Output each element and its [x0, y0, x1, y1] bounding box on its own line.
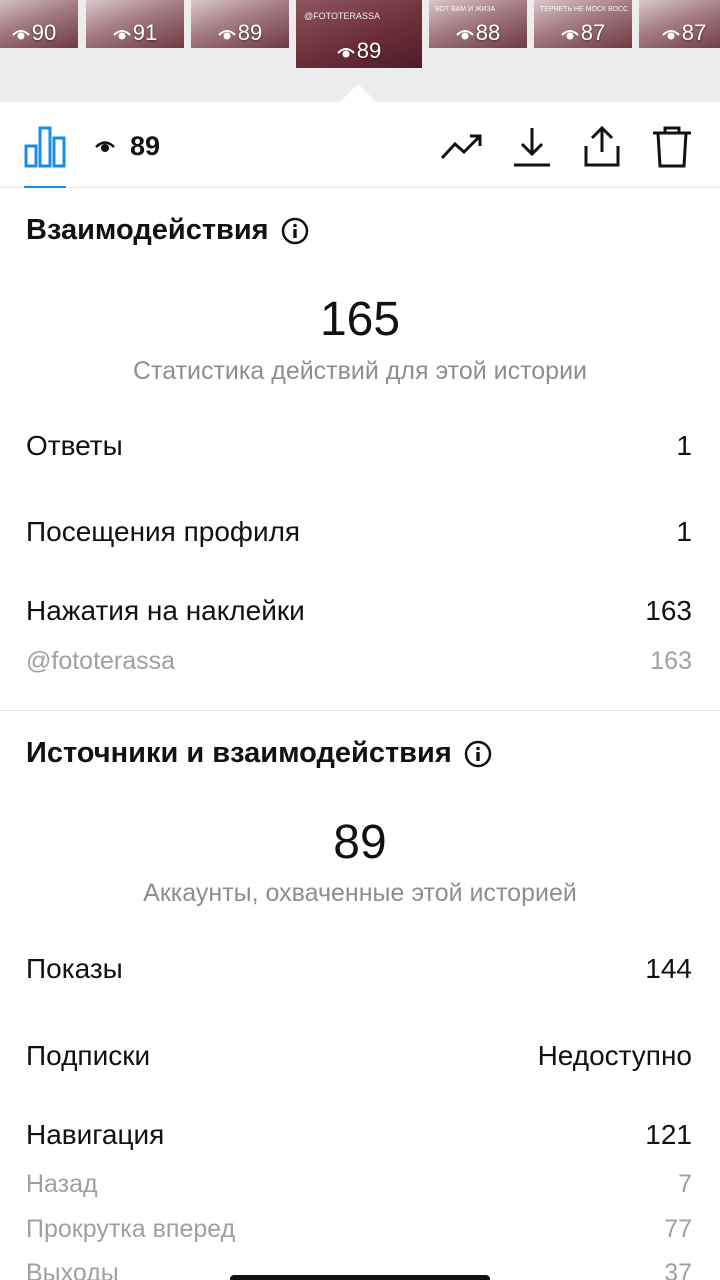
eye-icon — [561, 30, 579, 40]
interactions-caption: Статистика действий для этой истории — [132, 357, 588, 385]
eye-icon — [113, 30, 131, 40]
info-icon[interactable] — [281, 217, 309, 245]
stat-label: @fototerassa — [26, 647, 176, 675]
stat-label: Подписки — [26, 1040, 151, 1071]
eye-icon — [337, 48, 355, 58]
interactions-total: 165 — [319, 293, 401, 346]
stat-label: Нажатия на наклейки — [26, 595, 305, 626]
stat-value: 7 — [678, 1170, 692, 1198]
trash-icon[interactable] — [650, 124, 694, 168]
download-icon[interactable] — [510, 124, 554, 168]
stat-value: 163 — [650, 647, 692, 675]
stat-value: 1 — [676, 516, 692, 547]
selection-pointer — [340, 84, 376, 102]
story-caption: ВОТ ВАМ И ЖИЗА — [435, 6, 496, 13]
story-thumbnail[interactable]: 87 — [639, 0, 720, 48]
eye-icon — [662, 30, 680, 40]
share-icon[interactable] — [580, 124, 624, 168]
story-views: 91 — [86, 22, 184, 44]
story-thumbnail[interactable]: ТЕРЯЕТЬ НЕ МОСК ВОССЬ 87 — [534, 0, 632, 48]
stat-subrow-forward: Прокрутка вперед 77 — [26, 1215, 692, 1244]
story-caption: ТЕРЯЕТЬ НЕ МОСК ВОССЬ — [540, 6, 628, 13]
bar-chart-icon[interactable] — [24, 124, 66, 168]
section-divider — [0, 710, 720, 711]
accounts-reached-caption: Аккаунты, охваченные этой историей — [143, 879, 577, 907]
story-views: 88 — [429, 22, 527, 44]
story-thumbnail-strip: 90 91 89 @FOTOTERASSA 89 ВОТ ВАМ И ЖИЗА … — [0, 0, 720, 102]
stat-row-navigation: Навигация 121 — [26, 1119, 692, 1151]
stat-value: 121 — [645, 1119, 692, 1150]
interactions-heading: Взаимодействия — [26, 214, 309, 247]
stat-row-replies: Ответы 1 — [26, 430, 692, 462]
story-thumbnail[interactable]: ВОТ ВАМ И ЖИЗА 88 — [429, 0, 527, 48]
stat-row-profile-visits: Посещения профиля 1 — [26, 516, 692, 548]
stat-subrow-mention: @fototerassa 163 — [26, 647, 692, 676]
story-views: 89 — [191, 22, 289, 44]
stat-row-impressions: Показы 144 — [26, 953, 692, 985]
stat-value: 37 — [664, 1259, 692, 1280]
story-views: 87 — [534, 22, 632, 44]
story-views: 87 — [639, 22, 720, 44]
stat-row-sticker-taps: Нажатия на наклейки 163 — [26, 595, 692, 627]
story-thumbnail[interactable]: 89 — [191, 0, 289, 48]
stat-label: Показы — [26, 953, 123, 984]
eye-icon — [456, 30, 474, 40]
stat-label: Назад — [26, 1170, 98, 1198]
stat-label: Выходы — [26, 1259, 119, 1280]
stat-label: Навигация — [26, 1119, 165, 1150]
story-views: 90 — [0, 22, 78, 44]
story-thumbnail[interactable]: 91 — [86, 0, 184, 48]
home-indicator[interactable] — [230, 1275, 490, 1280]
stat-label: Ответы — [26, 430, 123, 461]
stat-subrow-back: Назад 7 — [26, 1170, 692, 1199]
stat-value: 77 — [664, 1215, 692, 1243]
discovery-heading: Источники и взаимодействия — [26, 737, 492, 770]
eye-icon — [95, 141, 115, 152]
stat-value: 144 — [645, 953, 692, 984]
views-count: 89 — [94, 130, 160, 162]
interactions-title: Взаимодействия — [26, 214, 269, 246]
trending-icon[interactable] — [440, 124, 484, 168]
eye-icon — [12, 30, 30, 40]
stat-label: Посещения профиля — [26, 516, 301, 547]
story-thumbnail[interactable]: 90 — [0, 0, 78, 48]
stat-row-follows: Подписки Недоступно — [26, 1040, 692, 1072]
eye-icon — [218, 30, 236, 40]
stat-value: Недоступно — [537, 1040, 692, 1071]
stat-value: 1 — [676, 430, 692, 461]
stat-value: 163 — [645, 595, 692, 626]
info-icon[interactable] — [464, 740, 492, 768]
accounts-reached-total: 89 — [333, 816, 387, 869]
insights-toolbar: 89 — [0, 102, 720, 188]
views-count-value: 89 — [130, 130, 161, 161]
story-views: 89 — [296, 40, 422, 62]
active-tab-underline — [24, 186, 66, 188]
discovery-title: Источники и взаимодействия — [26, 737, 452, 769]
stat-label: Прокрутка вперед — [26, 1215, 236, 1243]
story-caption: @FOTOTERASSA — [304, 12, 380, 20]
story-thumbnail-selected[interactable]: @FOTOTERASSA 89 — [296, 0, 422, 68]
